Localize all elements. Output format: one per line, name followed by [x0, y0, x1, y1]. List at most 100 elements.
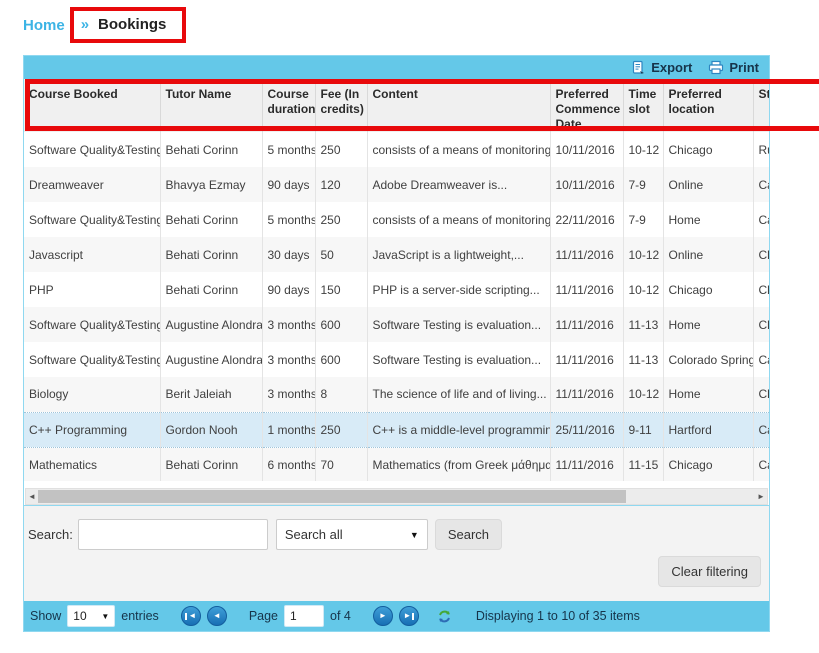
table-row[interactable]: PHPBehati Corinn90 days150PHP is a serve…	[24, 272, 769, 307]
cell-course: Software Quality&Testing	[24, 342, 160, 377]
cell-course: Mathematics	[24, 447, 160, 481]
cell-course: Dreamweaver	[24, 167, 160, 202]
table-row[interactable]: C++ ProgrammingGordon Nooh1 months250C++…	[24, 412, 769, 447]
refresh-button[interactable]	[437, 609, 452, 624]
search-button[interactable]: Search	[435, 519, 502, 550]
cell-content: Mathematics (from Greek μάθημα...	[367, 447, 550, 481]
cell-course: Javascript	[24, 237, 160, 272]
show-label: Show	[30, 609, 61, 623]
cell-time: 10-12	[623, 132, 663, 167]
column-header-location[interactable]: Preferred location	[663, 79, 753, 132]
cell-duration: 3 months	[262, 342, 315, 377]
column-header-fee[interactable]: Fee (In credits)	[315, 79, 367, 132]
column-header-status[interactable]: Status	[753, 79, 769, 132]
next-page-icon: ►	[379, 612, 387, 620]
scrollbar-thumb[interactable]	[38, 490, 626, 503]
table-row[interactable]: Software Quality&TestingAugustine Alondr…	[24, 342, 769, 377]
cell-duration: 90 days	[262, 272, 315, 307]
cell-date: 22/11/2016	[550, 202, 623, 237]
cell-time: 7-9	[623, 202, 663, 237]
cell-duration: 3 months	[262, 307, 315, 342]
bookings-page: Home » Bookings Export	[0, 0, 819, 653]
cell-date: 25/11/2016	[550, 412, 623, 447]
page-number-input[interactable]	[284, 605, 324, 627]
cell-content: JavaScript is a lightweight,...	[367, 237, 550, 272]
cell-status: Cancelled	[753, 202, 769, 237]
search-input[interactable]	[78, 519, 268, 550]
export-button[interactable]: Export	[631, 60, 692, 75]
cell-fee: 250	[315, 202, 367, 237]
cell-content: Software Testing is evaluation...	[367, 307, 550, 342]
bookings-table-panel: Export Print Course BookedTutor NameCo	[23, 55, 770, 632]
bookings-table: Course BookedTutor NameCourse durationFe…	[24, 79, 769, 481]
cell-location: Hartford	[663, 412, 753, 447]
cell-fee: 120	[315, 167, 367, 202]
cell-content: C++ is a middle-level programming...	[367, 412, 550, 447]
table-row[interactable]: BiologyBerit Jaleiah3 months8The science…	[24, 377, 769, 412]
page-size-dropdown[interactable]: 10 ▼	[67, 605, 115, 627]
cell-fee: 8	[315, 377, 367, 412]
table-row[interactable]: Software Quality&TestingAugustine Alondr…	[24, 307, 769, 342]
table-row[interactable]: DreamweaverBhavya Ezmay90 days120Adobe D…	[24, 167, 769, 202]
cell-status: Closed	[753, 307, 769, 342]
displaying-status-text: Displaying 1 to 10 of 35 items	[476, 609, 640, 623]
column-header-date[interactable]: Preferred Commence Date	[550, 79, 623, 132]
column-header-duration[interactable]: Course duration	[262, 79, 315, 132]
breadcrumb-home-link[interactable]: Home	[23, 17, 65, 34]
previous-page-button[interactable]: ◄	[207, 606, 227, 626]
cell-date: 11/11/2016	[550, 307, 623, 342]
cell-content: The science of life and of living...	[367, 377, 550, 412]
search-label: Search:	[28, 527, 73, 542]
cell-date: 11/11/2016	[550, 237, 623, 272]
cell-location: Online	[663, 167, 753, 202]
table-row[interactable]: JavascriptBehati Corinn30 days50JavaScri…	[24, 237, 769, 272]
last-page-button[interactable]: ►	[399, 606, 419, 626]
search-filter-section: Search: Search all ▼ Search Clear filter…	[24, 505, 769, 601]
scroll-left-arrow-icon[interactable]: ◄	[26, 489, 38, 504]
cell-status: Closed	[753, 377, 769, 412]
cell-location: Colorado Springs	[663, 342, 753, 377]
cell-location: Home	[663, 377, 753, 412]
column-header-tutor[interactable]: Tutor Name	[160, 79, 262, 132]
clear-filtering-button[interactable]: Clear filtering	[658, 556, 761, 587]
cell-time: 7-9	[623, 167, 663, 202]
cell-location: Home	[663, 307, 753, 342]
cell-duration: 1 months	[262, 412, 315, 447]
cell-time: 11-13	[623, 342, 663, 377]
page-label: Page	[249, 609, 278, 623]
search-row: Search: Search all ▼ Search	[24, 506, 769, 550]
print-label: Print	[729, 60, 759, 75]
cell-location: Home	[663, 202, 753, 237]
scroll-right-arrow-icon[interactable]: ►	[755, 489, 767, 504]
cell-tutor: Bhavya Ezmay	[160, 167, 262, 202]
column-header-content[interactable]: Content	[367, 79, 550, 132]
cell-fee: 600	[315, 342, 367, 377]
cell-status: Running	[753, 132, 769, 167]
cell-date: 11/11/2016	[550, 342, 623, 377]
cell-fee: 70	[315, 447, 367, 481]
table-row[interactable]: MathematicsBehati Corinn6 months70Mathem…	[24, 447, 769, 481]
entries-label: entries	[121, 609, 159, 623]
next-page-button[interactable]: ►	[373, 606, 393, 626]
first-page-icon	[185, 613, 187, 620]
print-button[interactable]: Print	[708, 60, 759, 75]
table-header-row: Course BookedTutor NameCourse durationFe…	[24, 79, 769, 132]
column-header-time[interactable]: Time slot	[623, 79, 663, 132]
first-page-button[interactable]: ◄	[181, 606, 201, 626]
table-row[interactable]: Software Quality&TestingBehati Corinn5 m…	[24, 202, 769, 237]
cell-status: Closed	[753, 237, 769, 272]
cell-date: 11/11/2016	[550, 377, 623, 412]
cell-duration: 90 days	[262, 167, 315, 202]
cell-date: 10/11/2016	[550, 167, 623, 202]
cell-course: Software Quality&Testing	[24, 202, 160, 237]
cell-fee: 50	[315, 237, 367, 272]
cell-content: PHP is a server-side scripting...	[367, 272, 550, 307]
cell-fee: 600	[315, 307, 367, 342]
horizontal-scrollbar[interactable]: ◄ ►	[25, 488, 768, 505]
table-row[interactable]: Software Quality&TestingBehati Corinn5 m…	[24, 132, 769, 167]
refresh-icon	[437, 609, 452, 624]
column-header-course[interactable]: Course Booked	[24, 79, 160, 132]
cell-status: Cancelled	[753, 412, 769, 447]
cell-tutor: Augustine Alondra	[160, 342, 262, 377]
search-field-dropdown[interactable]: Search all ▼	[276, 519, 428, 550]
